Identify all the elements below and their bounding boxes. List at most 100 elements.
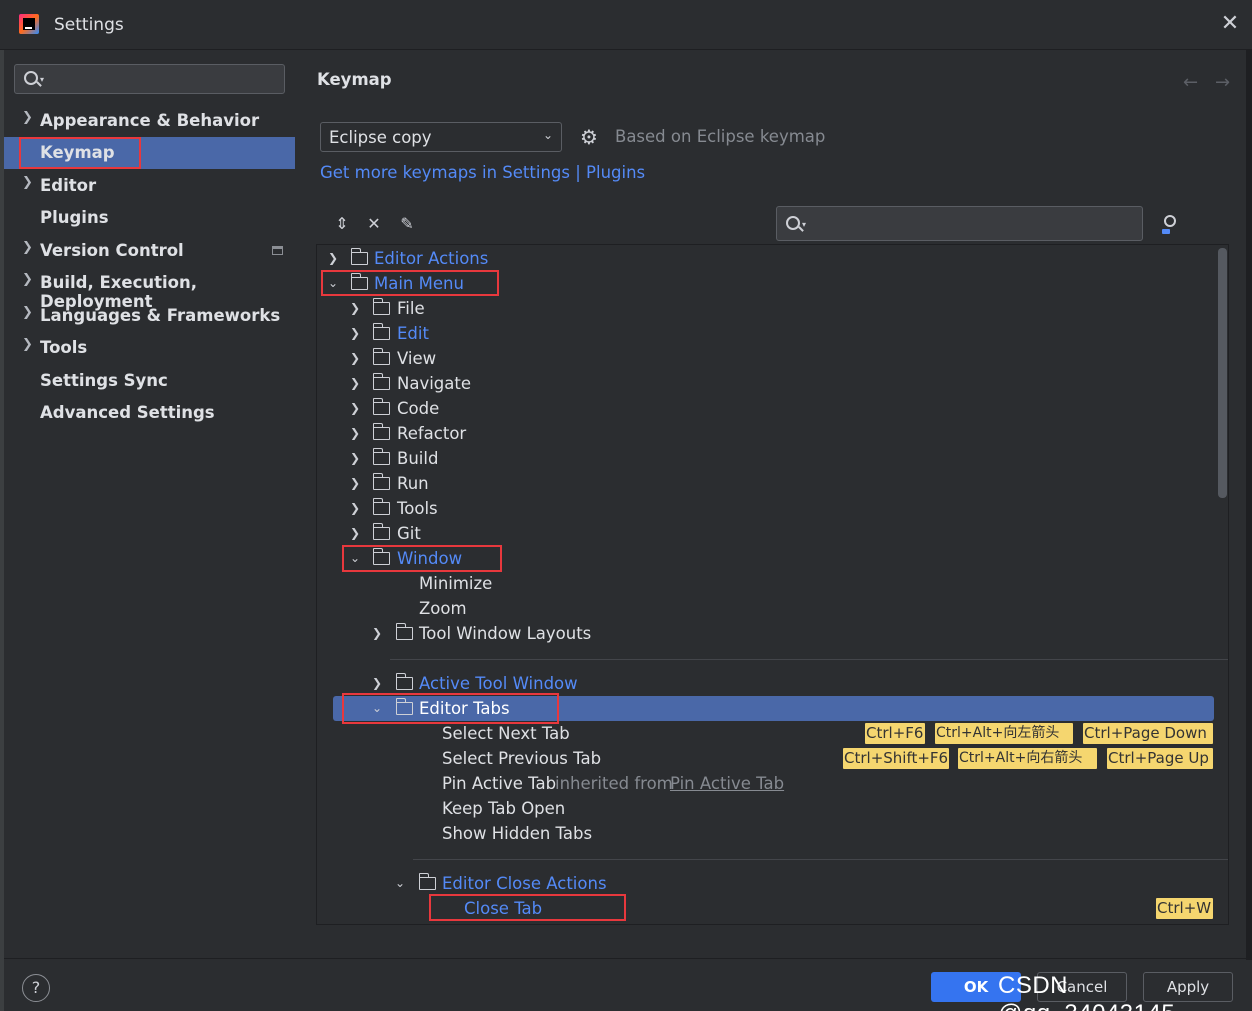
folder-icon (372, 373, 390, 390)
tree-row-editor-actions[interactable]: ❯ Editor Actions (326, 246, 626, 271)
shortcut-badge: Ctrl+Page Down (1083, 723, 1213, 744)
back-arrow-icon[interactable]: ← (1183, 72, 1198, 93)
based-on-label: Based on Eclipse keymap (615, 127, 826, 146)
tree-row-label: Minimize (419, 574, 493, 593)
tree-row-show-hidden-tabs[interactable]: Show Hidden Tabs (442, 821, 742, 846)
csdn-watermark: CSDN @qq_34043145 (998, 972, 1175, 1011)
annotation-box (342, 545, 502, 572)
window-right-edge (1246, 50, 1252, 960)
annotation-box (429, 894, 626, 921)
sidebar-item-advanced-settings[interactable]: Advanced Settings (4, 397, 295, 429)
folder-icon (372, 398, 390, 415)
sidebar-item-build-execution-deployment[interactable]: ❯ Build, Execution, Deployment (4, 267, 295, 311)
action-search-input[interactable]: ▾ (776, 206, 1143, 241)
inherited-from-link[interactable]: Pin Active Tab (670, 771, 784, 796)
tree-row-select-previous-tab[interactable]: Select Previous Tab (442, 746, 742, 771)
tree-row-tools[interactable]: ❯ Tools (348, 496, 648, 521)
chevron-right-icon: ❯ (349, 301, 361, 315)
collapse-all-icon[interactable]: ✕ (364, 214, 384, 234)
project-level-icon (272, 246, 283, 255)
settings-sidebar: ▾ ❯ Appearance & Behavior Keymap ❯ Edito… (4, 51, 295, 958)
tree-row-file[interactable]: ❯ File (348, 296, 648, 321)
close-icon[interactable]: ✕ (1218, 12, 1242, 36)
chevron-right-icon: ❯ (349, 451, 361, 465)
tree-row-keep-tab-open[interactable]: Keep Tab Open (442, 796, 742, 821)
page-title: Keymap (317, 70, 392, 89)
tree-row-editor-close-actions[interactable]: ⌄ Editor Close Actions (393, 871, 713, 896)
tree-row-run[interactable]: ❯ Run (348, 471, 648, 496)
chevron-right-icon: ❯ (349, 476, 361, 490)
tree-row-build[interactable]: ❯ Build (348, 446, 648, 471)
tree-row-view[interactable]: ❯ View (348, 346, 648, 371)
sidebar-item-label: Settings Sync (40, 371, 168, 390)
find-by-shortcut-icon[interactable] (1160, 214, 1182, 236)
sidebar-item-settings-sync[interactable]: Settings Sync (4, 365, 295, 397)
window-title: Settings (54, 15, 124, 35)
tree-row-label: Code (397, 399, 440, 418)
tree-row-label: Zoom (419, 599, 467, 618)
folder-icon (395, 623, 413, 640)
tree-row-edit[interactable]: ❯ Edit (348, 321, 648, 346)
tree-row-tool-window-layouts[interactable]: ❯ Tool Window Layouts (370, 621, 690, 646)
chevron-right-icon: ❯ (22, 305, 33, 320)
folder-icon (372, 523, 390, 540)
folder-icon (372, 448, 390, 465)
tree-row-navigate[interactable]: ❯ Navigate (348, 371, 648, 396)
search-icon (24, 71, 38, 85)
sidebar-item-label: Languages & Frameworks (40, 306, 281, 325)
sidebar-search-input[interactable]: ▾ (14, 64, 285, 94)
folder-icon (372, 298, 390, 315)
search-history-caret-icon: ▾ (802, 220, 807, 229)
folder-icon (372, 348, 390, 365)
tree-row-label: Pin Active Tab (442, 774, 557, 793)
forward-arrow-icon[interactable]: → (1215, 72, 1230, 93)
keymap-scheme-select[interactable]: Eclipse copy ⌄ (320, 122, 562, 152)
sidebar-item-editor[interactable]: ❯ Editor (4, 170, 295, 202)
tree-row-code[interactable]: ❯ Code (348, 396, 648, 421)
gear-icon[interactable]: ⚙ (578, 126, 600, 148)
tree-row-pin-active-tab[interactable]: Pin Active Tab inherited from Pin Active… (442, 771, 842, 796)
shortcut-badge: Ctrl+Alt+向右箭头 (958, 748, 1097, 769)
tree-row-minimize[interactable]: Minimize (419, 571, 719, 596)
help-button[interactable]: ? (22, 974, 50, 1002)
chevron-right-icon: ❯ (349, 526, 361, 540)
sidebar-item-tools[interactable]: ❯ Tools (4, 332, 295, 364)
tree-row-label: Tool Window Layouts (419, 624, 592, 643)
folder-icon (372, 323, 390, 340)
tree-row-refactor[interactable]: ❯ Refactor (348, 421, 648, 446)
tree-row-label: Run (397, 474, 429, 493)
sidebar-item-languages-frameworks[interactable]: ❯ Languages & Frameworks (4, 300, 295, 332)
tree-scrollbar[interactable] (1218, 248, 1227, 498)
tree-row-git[interactable]: ❯ Git (348, 521, 648, 546)
shortcut-badge: Ctrl+Page Up (1107, 748, 1213, 769)
shortcut-badge: Ctrl+Shift+F6 (843, 748, 949, 769)
sidebar-item-version-control[interactable]: ❯ Version Control (4, 235, 295, 267)
tree-row-zoom[interactable]: Zoom (419, 596, 719, 621)
tree-row-label: Show Hidden Tabs (442, 824, 593, 843)
keymap-scheme-value: Eclipse copy (329, 128, 432, 147)
chevron-down-icon: ⌄ (543, 128, 554, 142)
tree-row-label: Build (397, 449, 439, 468)
expand-all-icon[interactable]: ⇕ (332, 214, 352, 234)
chevron-right-icon: ❯ (349, 501, 361, 515)
tree-row-label: Navigate (397, 374, 472, 393)
tree-row-select-next-tab[interactable]: Select Next Tab (442, 721, 742, 746)
sidebar-item-plugins[interactable]: Plugins (4, 202, 295, 234)
tree-row-label: Git (397, 524, 421, 543)
chevron-right-icon: ❯ (22, 110, 33, 125)
chevron-right-icon: ❯ (349, 376, 361, 390)
shortcut-badge: Ctrl+W (1156, 898, 1213, 919)
sidebar-item-appearance-behavior[interactable]: ❯ Appearance & Behavior (4, 105, 295, 137)
folder-icon (395, 673, 413, 690)
chevron-right-icon: ❯ (22, 272, 33, 287)
get-more-keymaps-link[interactable]: Get more keymaps in Settings | Plugins (320, 163, 645, 182)
tree-row-label: Refactor (397, 424, 467, 443)
sidebar-item-label: Plugins (40, 208, 109, 227)
sidebar-item-label: Version Control (40, 241, 184, 260)
intellij-app-icon (19, 14, 39, 34)
title-bar: Settings ✕ (0, 0, 1252, 50)
tree-row-label: Select Next Tab (442, 724, 570, 743)
folder-icon (372, 423, 390, 440)
edit-shortcut-icon[interactable]: ✎ (397, 214, 417, 234)
tree-row-label: Select Previous Tab (442, 749, 602, 768)
